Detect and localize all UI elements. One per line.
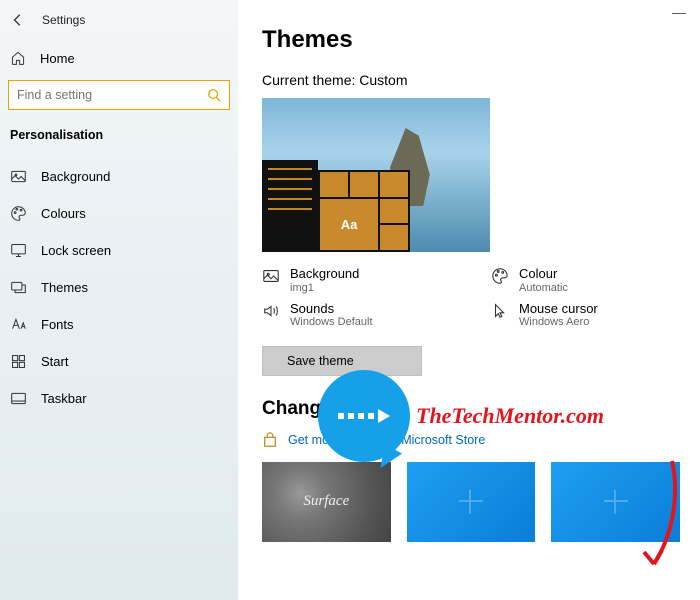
sidebar-item-background[interactable]: Background bbox=[0, 158, 238, 195]
spec-label: Sounds bbox=[290, 301, 373, 317]
sounds-icon bbox=[262, 302, 280, 320]
picture-icon bbox=[10, 168, 27, 185]
spec-value: img1 bbox=[290, 282, 359, 295]
spec-label: Colour bbox=[519, 266, 568, 282]
theme-preview: Aa bbox=[262, 98, 490, 252]
minimize-button[interactable]: — bbox=[672, 4, 686, 20]
current-theme-label: Current theme: Custom bbox=[262, 72, 680, 88]
sidebar-item-fonts[interactable]: Fonts bbox=[0, 306, 238, 343]
start-icon bbox=[10, 353, 27, 370]
spec-value: Automatic bbox=[519, 282, 568, 295]
change-theme-heading: Change theme bbox=[262, 398, 680, 420]
lock-screen-icon bbox=[10, 242, 27, 259]
cursor-icon bbox=[491, 302, 509, 320]
sidebar-item-colours[interactable]: Colours bbox=[0, 195, 238, 232]
store-icon bbox=[262, 432, 278, 448]
sidebar-item-taskbar[interactable]: Taskbar bbox=[0, 380, 238, 417]
app-title: Settings bbox=[42, 13, 85, 27]
store-link-label: Get more themes in Microsoft Store bbox=[288, 433, 485, 447]
spec-colour[interactable]: ColourAutomatic bbox=[491, 266, 680, 295]
picture-icon bbox=[262, 267, 280, 285]
taskbar-icon bbox=[10, 390, 27, 407]
sidebar-item-label: Themes bbox=[41, 280, 88, 295]
search-input[interactable] bbox=[17, 88, 207, 102]
palette-icon bbox=[10, 205, 27, 222]
theme-thumb-windows-2[interactable] bbox=[551, 462, 680, 542]
spec-mouse-cursor[interactable]: Mouse cursorWindows Aero bbox=[491, 301, 680, 330]
theme-thumb-windows-1[interactable] bbox=[407, 462, 536, 542]
sidebar-item-themes[interactable]: Themes bbox=[0, 269, 238, 306]
fonts-icon bbox=[10, 316, 27, 333]
search-icon bbox=[207, 88, 221, 102]
store-link[interactable]: Get more themes in Microsoft Store bbox=[262, 432, 680, 448]
page-title: Themes bbox=[262, 26, 680, 54]
palette-icon bbox=[491, 267, 509, 285]
sidebar-item-label: Taskbar bbox=[41, 391, 87, 406]
sidebar-home-label: Home bbox=[40, 51, 75, 66]
sidebar-item-label: Start bbox=[41, 354, 68, 369]
sidebar-section-head: Personalisation bbox=[0, 122, 238, 158]
sidebar-item-start[interactable]: Start bbox=[0, 343, 238, 380]
spec-label: Background bbox=[290, 266, 359, 282]
sidebar-home[interactable]: Home bbox=[0, 42, 238, 76]
preview-tile-text: Aa bbox=[320, 199, 378, 250]
themes-icon bbox=[10, 279, 27, 296]
back-button[interactable] bbox=[10, 12, 26, 28]
spec-background[interactable]: Backgroundimg1 bbox=[262, 266, 451, 295]
sidebar-item-label: Lock screen bbox=[41, 243, 111, 258]
sidebar-item-label: Colours bbox=[41, 206, 86, 221]
home-icon bbox=[10, 50, 26, 66]
spec-label: Mouse cursor bbox=[519, 301, 598, 317]
spec-sounds[interactable]: SoundsWindows Default bbox=[262, 301, 451, 330]
search-box[interactable] bbox=[8, 80, 230, 110]
main-pane: — Themes Current theme: Custom Aa Backgr… bbox=[238, 0, 700, 600]
spec-value: Windows Aero bbox=[519, 316, 598, 329]
theme-thumb-surface[interactable]: Surface bbox=[262, 462, 391, 542]
sidebar: Settings Home Personalisation Background… bbox=[0, 0, 238, 600]
sidebar-item-label: Background bbox=[41, 169, 110, 184]
spec-value: Windows Default bbox=[290, 316, 373, 329]
save-theme-button[interactable]: Save theme bbox=[262, 346, 422, 376]
titlebar: Settings bbox=[0, 8, 238, 42]
sidebar-item-label: Fonts bbox=[41, 317, 74, 332]
theme-thumbnails: Surface bbox=[262, 462, 680, 542]
sidebar-item-lock-screen[interactable]: Lock screen bbox=[0, 232, 238, 269]
